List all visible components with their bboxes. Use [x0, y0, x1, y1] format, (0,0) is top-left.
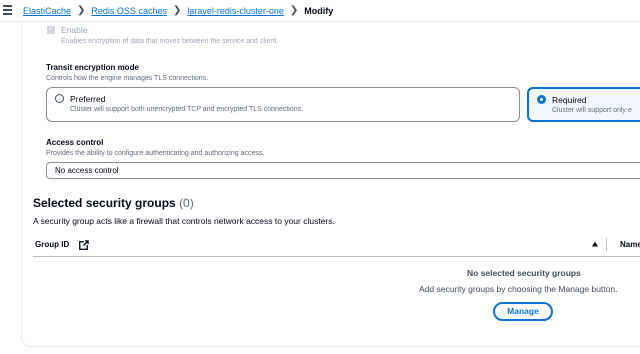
transit-mode-option-preferred[interactable]: Preferred Cluster will support both unen…: [46, 87, 520, 122]
breadcrumb-bar: ElastiCache ❯ Redis OSS caches ❯ laravel…: [0, 0, 640, 22]
enable-encryption-label: Enable: [61, 25, 88, 35]
empty-state-title: No selected security groups: [467, 268, 581, 278]
access-control-description: Provides the ability to configure authen…: [46, 150, 265, 157]
breadcrumb: ElastiCache ❯ Redis OSS caches ❯ laravel…: [23, 5, 333, 16]
required-description: Cluster will support only e: [552, 107, 632, 114]
chevron-right-icon: ❯: [289, 5, 299, 16]
transit-mode-label: Transit encryption mode: [46, 63, 139, 72]
manage-button[interactable]: Manage: [493, 302, 553, 321]
security-groups-heading: Selected security groups (0): [33, 196, 194, 210]
security-groups-count: (0): [179, 196, 194, 210]
transit-mode-option-required[interactable]: Required Cluster will support only e: [527, 87, 640, 122]
breadcrumb-current: Modify: [304, 5, 334, 16]
transit-mode-description: Controls how the engine manages TLS conn…: [46, 75, 209, 82]
sort-ascending-icon[interactable]: [591, 240, 599, 248]
breadcrumb-cluster[interactable]: laravel-redis-cluster-one: [187, 6, 284, 16]
access-control-select[interactable]: No access control: [46, 162, 640, 179]
preferred-radio[interactable]: [55, 94, 64, 103]
menu-icon[interactable]: [3, 5, 12, 15]
breadcrumb-elasticache[interactable]: ElastiCache: [23, 6, 71, 16]
column-header-group-id[interactable]: Group ID: [35, 240, 69, 249]
preferred-description: Cluster will support both unencrypted TC…: [70, 106, 304, 113]
required-title: Required: [552, 95, 587, 105]
required-radio[interactable]: [537, 95, 546, 104]
security-groups-description: A security group acts like a firewall th…: [33, 216, 335, 226]
chevron-right-icon: ❯: [172, 5, 182, 16]
access-control-label: Access control: [46, 138, 104, 147]
empty-state-description: Add security groups by choosing the Mana…: [419, 284, 618, 294]
checkmark-icon: ✓: [48, 26, 54, 33]
breadcrumb-redis-oss-caches[interactable]: Redis OSS caches: [91, 6, 167, 16]
preferred-title: Preferred: [70, 94, 106, 104]
column-divider: [606, 238, 607, 251]
column-header-name[interactable]: Name: [620, 240, 640, 249]
enable-encryption-description: Enables encryption of data that moves be…: [61, 38, 279, 45]
table-header-divider: [33, 256, 640, 257]
enable-encryption-checkbox[interactable]: ✓: [47, 26, 55, 34]
security-groups-title: Selected security groups: [33, 196, 176, 210]
external-link-icon[interactable]: [79, 240, 89, 250]
access-control-value: No access control: [55, 166, 119, 175]
chevron-right-icon: ❯: [77, 5, 86, 16]
